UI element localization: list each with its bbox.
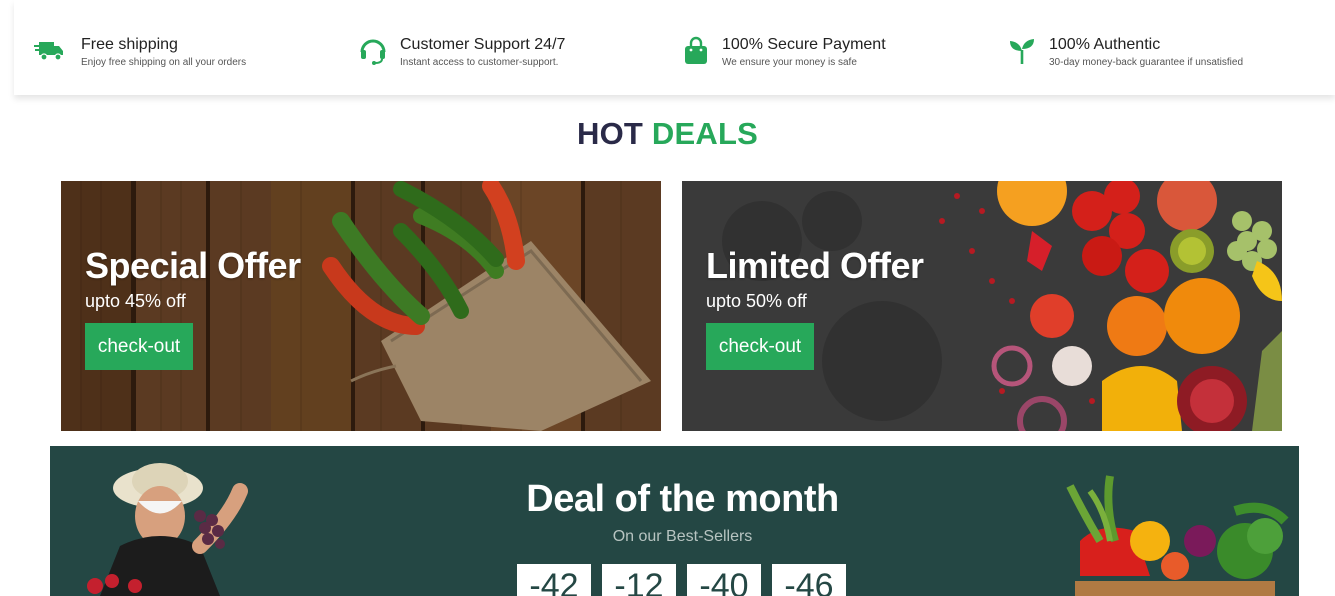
offer-subtitle: upto 50% off [706,291,807,311]
deal-subtitle: On our Best-Sellers [612,528,753,545]
check-out-button[interactable]: check-out [706,323,814,370]
countdown-seconds: -46 [772,564,846,596]
feature-title: Free shipping [81,36,178,53]
features-bar: Free shipping Enjoy free shipping on all… [14,0,1335,95]
countdown-days: -42 [517,564,591,596]
offer-title: Limited Offer [706,245,924,286]
feature-title: 100% Authentic [1049,36,1161,53]
headset-icon [360,39,386,65]
limited-offer-banner[interactable]: Limited Offer upto 50% off check-out [682,181,1282,431]
deal-of-month-section: Deal of the month On our Best-Sellers -4… [50,446,1299,596]
countdown-minutes: -40 [687,564,761,596]
feature-subtitle: Enjoy free shipping on all your orders [81,57,247,68]
deal-title: Deal of the month [526,478,839,520]
feature-title: Customer Support 24/7 [400,36,566,53]
feature-subtitle: 30-day money-back guarantee if unsatisfi… [1049,57,1244,68]
special-offer-banner[interactable]: Special Offer upto 45% off check-out [61,181,661,431]
feature-subtitle: We ensure your money is safe [722,57,857,68]
check-out-button[interactable]: check-out [85,323,193,370]
sprout-icon [1010,39,1034,64]
hot-deals-word-2: DEALS [651,116,758,151]
offer-subtitle: upto 45% off [85,291,186,311]
shopping-bag-icon [685,36,707,64]
hot-deals-heading: HOT DEALS [0,116,1335,152]
countdown-hours: -12 [602,564,676,596]
offer-title: Special Offer [85,245,301,286]
hot-deals-word-1: HOT [577,116,644,151]
feature-title: 100% Secure Payment [722,36,886,53]
truck-icon [34,42,63,61]
feature-subtitle: Instant access to customer-support. [400,57,559,68]
